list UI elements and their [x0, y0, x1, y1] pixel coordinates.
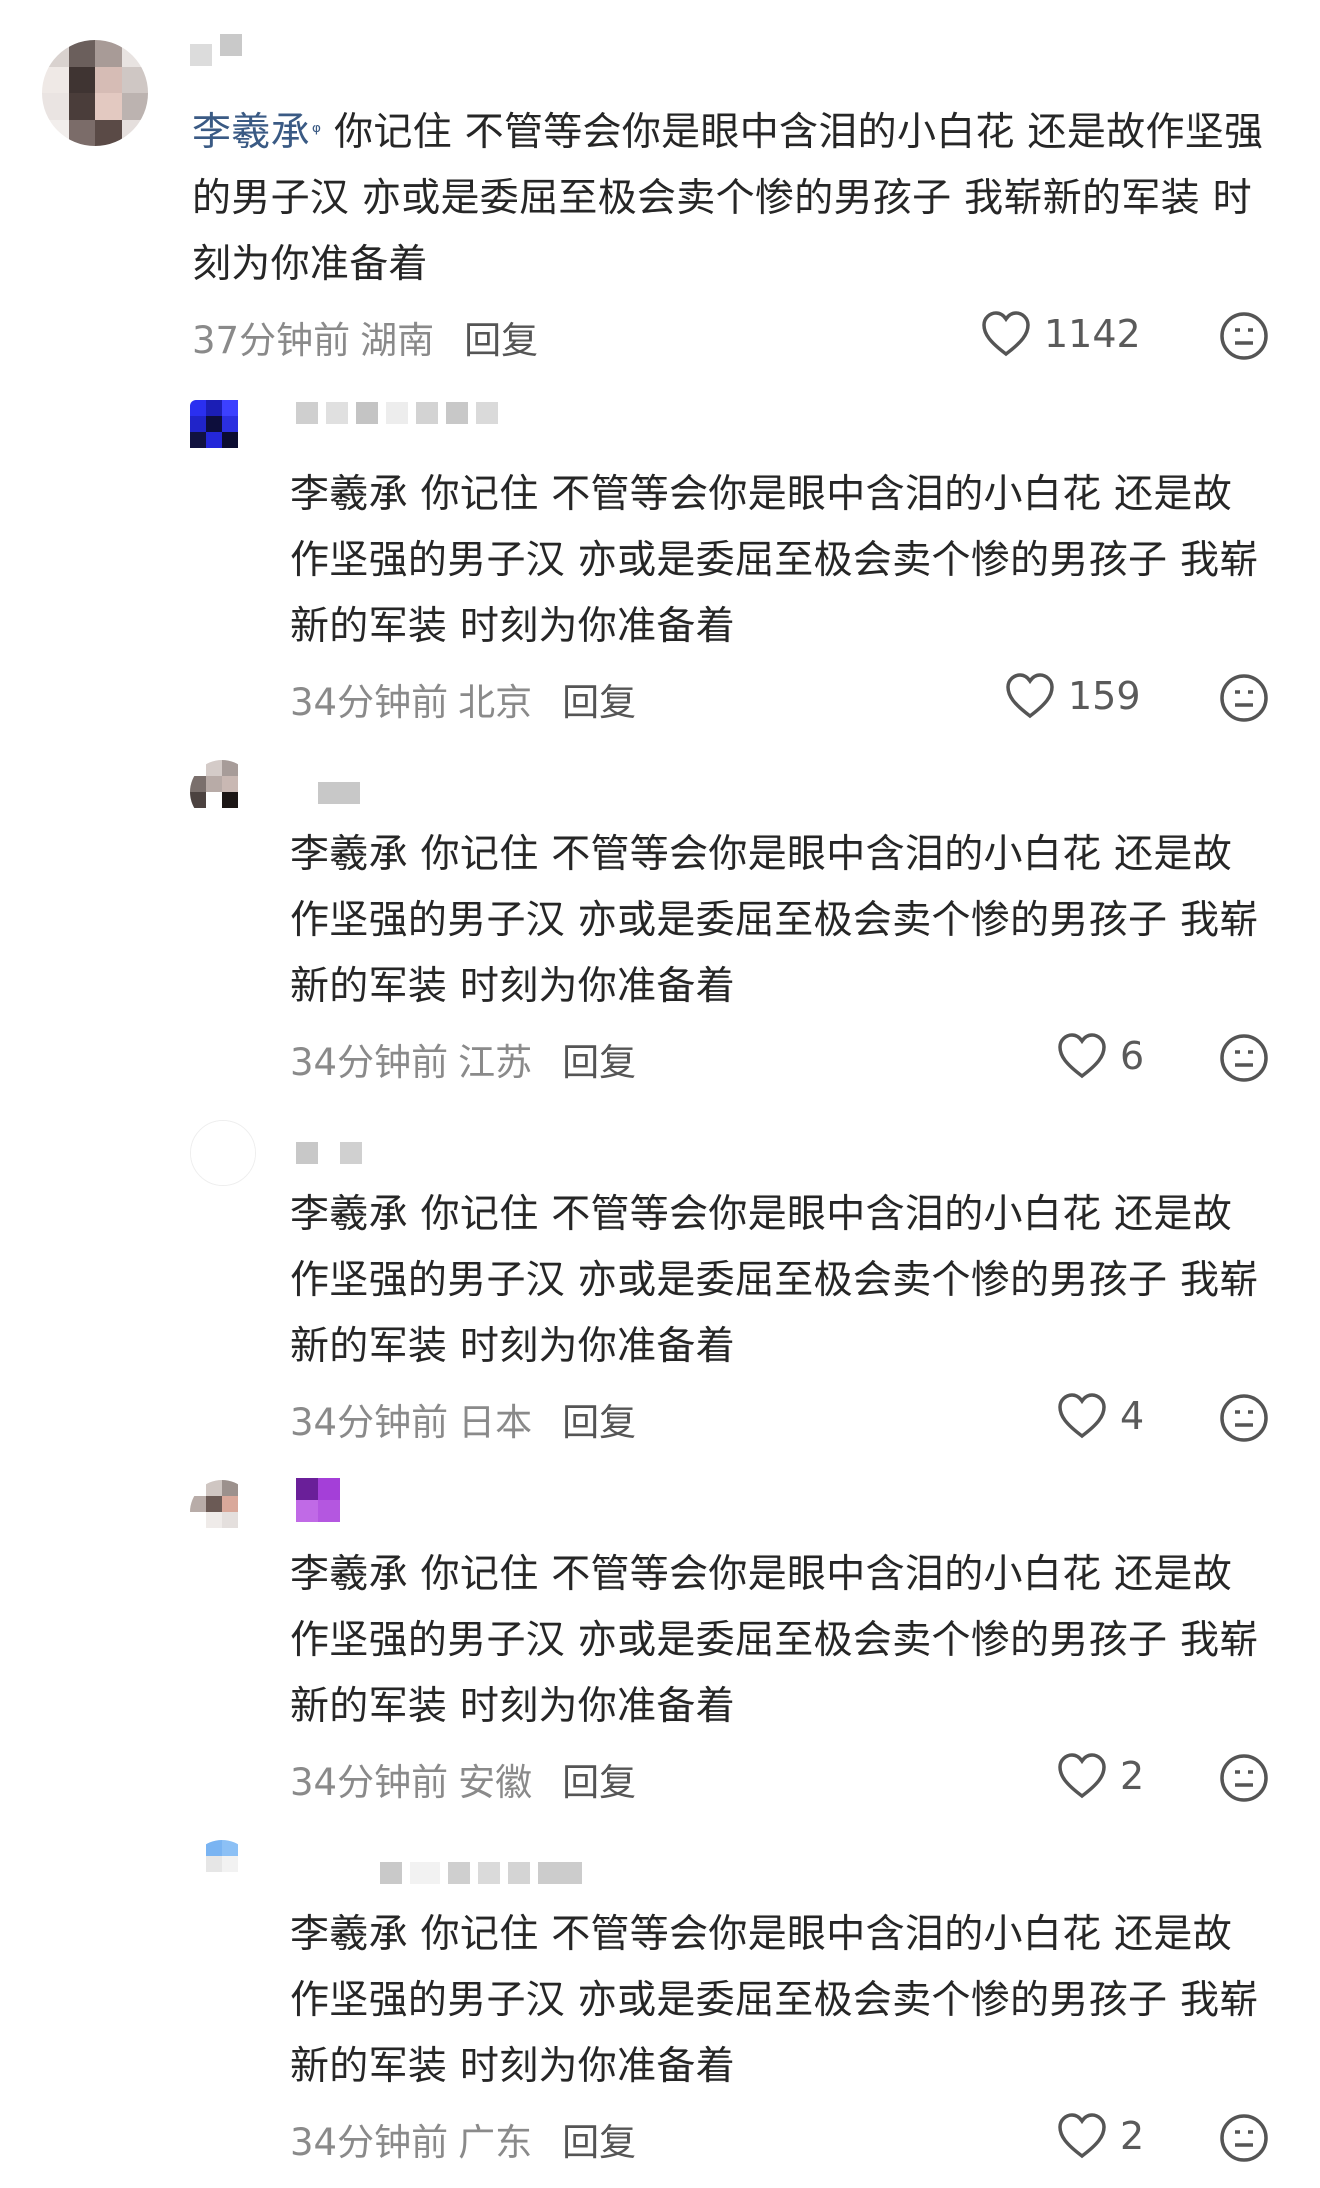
comment-text: 李羲承 你记住 不管等会你是眼中含泪的小白花 还是故作坚强的男子汉 亦或是委屈至… — [290, 1542, 1270, 1740]
comment-body: 李羲承 你记住 不管等会你是眼中含泪的小白花 还是故作坚强的男子汉 亦或是委屈至… — [290, 472, 1259, 649]
avatar[interactable] — [190, 1840, 254, 1904]
comment-meta: 37分钟前 湖南 回复 — [192, 310, 538, 364]
like-button[interactable]: 1142 — [980, 310, 1141, 358]
comment-meta: 34分钟前 广东 回复 — [290, 2112, 636, 2166]
comment-meta: 34分钟前 日本 回复 — [290, 1392, 636, 1446]
comment-item-4: 李羲承 你记住 不管等会你是眼中含泪的小白花 还是故作坚强的男子汉 亦或是委屈至… — [0, 1110, 1320, 1470]
reply-button[interactable]: 回复 — [562, 1032, 636, 1086]
comment-item-5: 李羲承 你记住 不管等会你是眼中含泪的小白花 还是故作坚强的男子汉 亦或是委屈至… — [0, 1470, 1320, 1830]
comment-item-2: 李羲承 你记住 不管等会你是眼中含泪的小白花 还是故作坚强的男子汉 亦或是委屈至… — [0, 390, 1320, 750]
comment-item-3: 李羲承 你记住 不管等会你是眼中含泪的小白花 还是故作坚强的男子汉 亦或是委屈至… — [0, 750, 1320, 1110]
avatar[interactable] — [190, 1480, 254, 1544]
neutral-face-icon[interactable] — [1218, 1752, 1270, 1804]
comment-meta: 34分钟前 安徽 回复 — [290, 1752, 636, 1806]
like-button[interactable]: 2 — [1056, 1752, 1144, 1800]
location: 日本 — [458, 1401, 533, 1444]
username-blurred[interactable] — [380, 1862, 582, 1884]
heart-outline-icon — [1006, 673, 1054, 719]
comment-text: 李羲承 你记住 不管等会你是眼中含泪的小白花 还是故作坚强的男子汉 亦或是委屈至… — [290, 822, 1270, 1020]
like-count: 2 — [1120, 2114, 1145, 2158]
like-count: 1142 — [1044, 312, 1141, 356]
comment-meta: 34分钟前 北京 回复 — [290, 672, 636, 726]
avatar[interactable] — [42, 40, 148, 146]
like-count: 6 — [1120, 1034, 1145, 1078]
comment-text: 李羲承 你记住 不管等会你是眼中含泪的小白花 还是故作坚强的男子汉 亦或是委屈至… — [290, 462, 1270, 660]
heart-outline-icon — [1058, 1033, 1106, 1079]
reply-button[interactable]: 回复 — [562, 1752, 636, 1806]
comment-text: 李羲承ᵠ 你记住 不管等会你是眼中含泪的小白花 还是故作坚强的男子汉 亦或是委屈… — [192, 100, 1282, 298]
comment-item-1: 李羲承ᵠ 你记住 不管等会你是眼中含泪的小白花 还是故作坚强的男子汉 亦或是委屈… — [0, 0, 1320, 362]
search-mini-icon: ᵠ — [311, 120, 322, 145]
timestamp: 34分钟前 — [290, 2121, 449, 2164]
mention-link[interactable]: 李羲承ᵠ — [192, 110, 321, 155]
comment-body: 李羲承 你记住 不管等会你是眼中含泪的小白花 还是故作坚强的男子汉 亦或是委屈至… — [290, 832, 1259, 1009]
timestamp: 34分钟前 — [290, 1401, 449, 1444]
comment-body: 李羲承 你记住 不管等会你是眼中含泪的小白花 还是故作坚强的男子汉 亦或是委屈至… — [290, 1912, 1259, 2089]
neutral-face-icon[interactable] — [1218, 310, 1270, 362]
like-button[interactable]: 4 — [1056, 1392, 1144, 1440]
username-blurred[interactable] — [296, 402, 498, 424]
timestamp: 34分钟前 — [290, 681, 449, 724]
neutral-face-icon[interactable] — [1218, 672, 1270, 724]
location: 湖南 — [360, 319, 435, 362]
username-blurred[interactable] — [318, 782, 360, 804]
comment-body: 李羲承 你记住 不管等会你是眼中含泪的小白花 还是故作坚强的男子汉 亦或是委屈至… — [290, 1192, 1259, 1369]
username-blurred[interactable] — [296, 1142, 362, 1164]
neutral-face-icon[interactable] — [1218, 2112, 1270, 2164]
comment-text: 李羲承 你记住 不管等会你是眼中含泪的小白花 还是故作坚强的男子汉 亦或是委屈至… — [290, 1902, 1270, 2100]
location: 江苏 — [458, 1041, 533, 1084]
like-button[interactable]: 159 — [1004, 672, 1141, 720]
reply-button[interactable]: 回复 — [464, 310, 538, 364]
location: 北京 — [458, 681, 533, 724]
comment-item-6: 李羲承 你记住 不管等会你是眼中含泪的小白花 还是故作坚强的男子汉 亦或是委屈至… — [0, 1830, 1320, 2188]
like-count: 2 — [1120, 1754, 1145, 1798]
username-blurred[interactable] — [296, 1478, 340, 1522]
username-blurred[interactable] — [190, 34, 242, 66]
avatar[interactable] — [190, 760, 254, 824]
like-count: 159 — [1068, 674, 1141, 718]
heart-outline-icon — [982, 311, 1030, 357]
location: 安徽 — [458, 1761, 533, 1804]
comment-text: 李羲承 你记住 不管等会你是眼中含泪的小白花 还是故作坚强的男子汉 亦或是委屈至… — [290, 1182, 1270, 1380]
heart-outline-icon — [1058, 2113, 1106, 2159]
neutral-face-icon[interactable] — [1218, 1032, 1270, 1084]
heart-outline-icon — [1058, 1393, 1106, 1439]
reply-button[interactable]: 回复 — [562, 1392, 636, 1446]
timestamp: 34分钟前 — [290, 1761, 449, 1804]
comment-body: 李羲承 你记住 不管等会你是眼中含泪的小白花 还是故作坚强的男子汉 亦或是委屈至… — [290, 1552, 1259, 1729]
avatar[interactable] — [190, 400, 254, 464]
reply-button[interactable]: 回复 — [562, 672, 636, 726]
reply-button[interactable]: 回复 — [562, 2112, 636, 2166]
location: 广东 — [458, 2121, 533, 2164]
comment-meta: 34分钟前 江苏 回复 — [290, 1032, 636, 1086]
timestamp: 34分钟前 — [290, 1041, 449, 1084]
comment-body: 你记住 不管等会你是眼中含泪的小白花 还是故作坚强的男子汉 亦或是委屈至极会卖个… — [192, 110, 1264, 287]
avatar[interactable] — [190, 1120, 256, 1186]
timestamp: 37分钟前 — [192, 319, 351, 362]
like-button[interactable]: 6 — [1056, 1032, 1144, 1080]
like-button[interactable]: 2 — [1056, 2112, 1144, 2160]
neutral-face-icon[interactable] — [1218, 1392, 1270, 1444]
like-count: 4 — [1120, 1394, 1145, 1438]
heart-outline-icon — [1058, 1753, 1106, 1799]
